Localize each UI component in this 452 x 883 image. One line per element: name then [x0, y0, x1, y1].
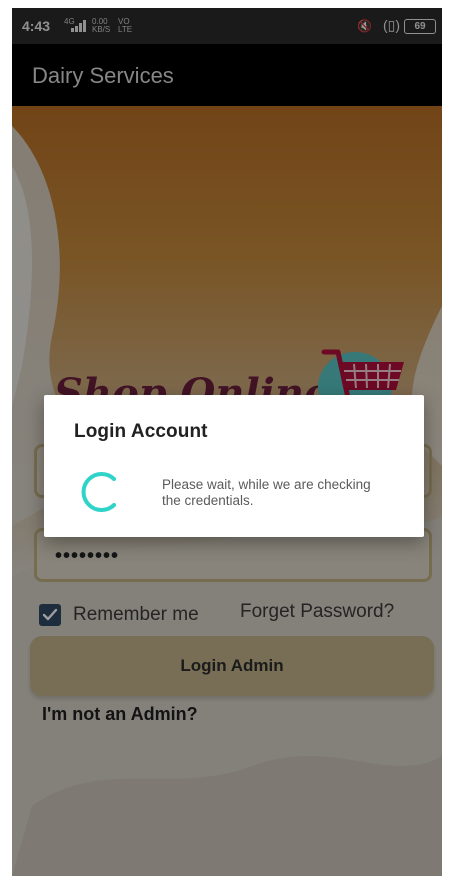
phone-screen: 4:43 4G 0.00 KB/S VO LTE 🔇 (▯) 69 Dairy … — [12, 8, 442, 876]
progress-dialog: Login Account Please wait, while we are … — [44, 395, 424, 537]
dialog-message: Please wait, while we are checking the c… — [162, 477, 371, 508]
dialog-title: Login Account — [74, 421, 208, 442]
loading-spinner-icon — [81, 472, 116, 512]
